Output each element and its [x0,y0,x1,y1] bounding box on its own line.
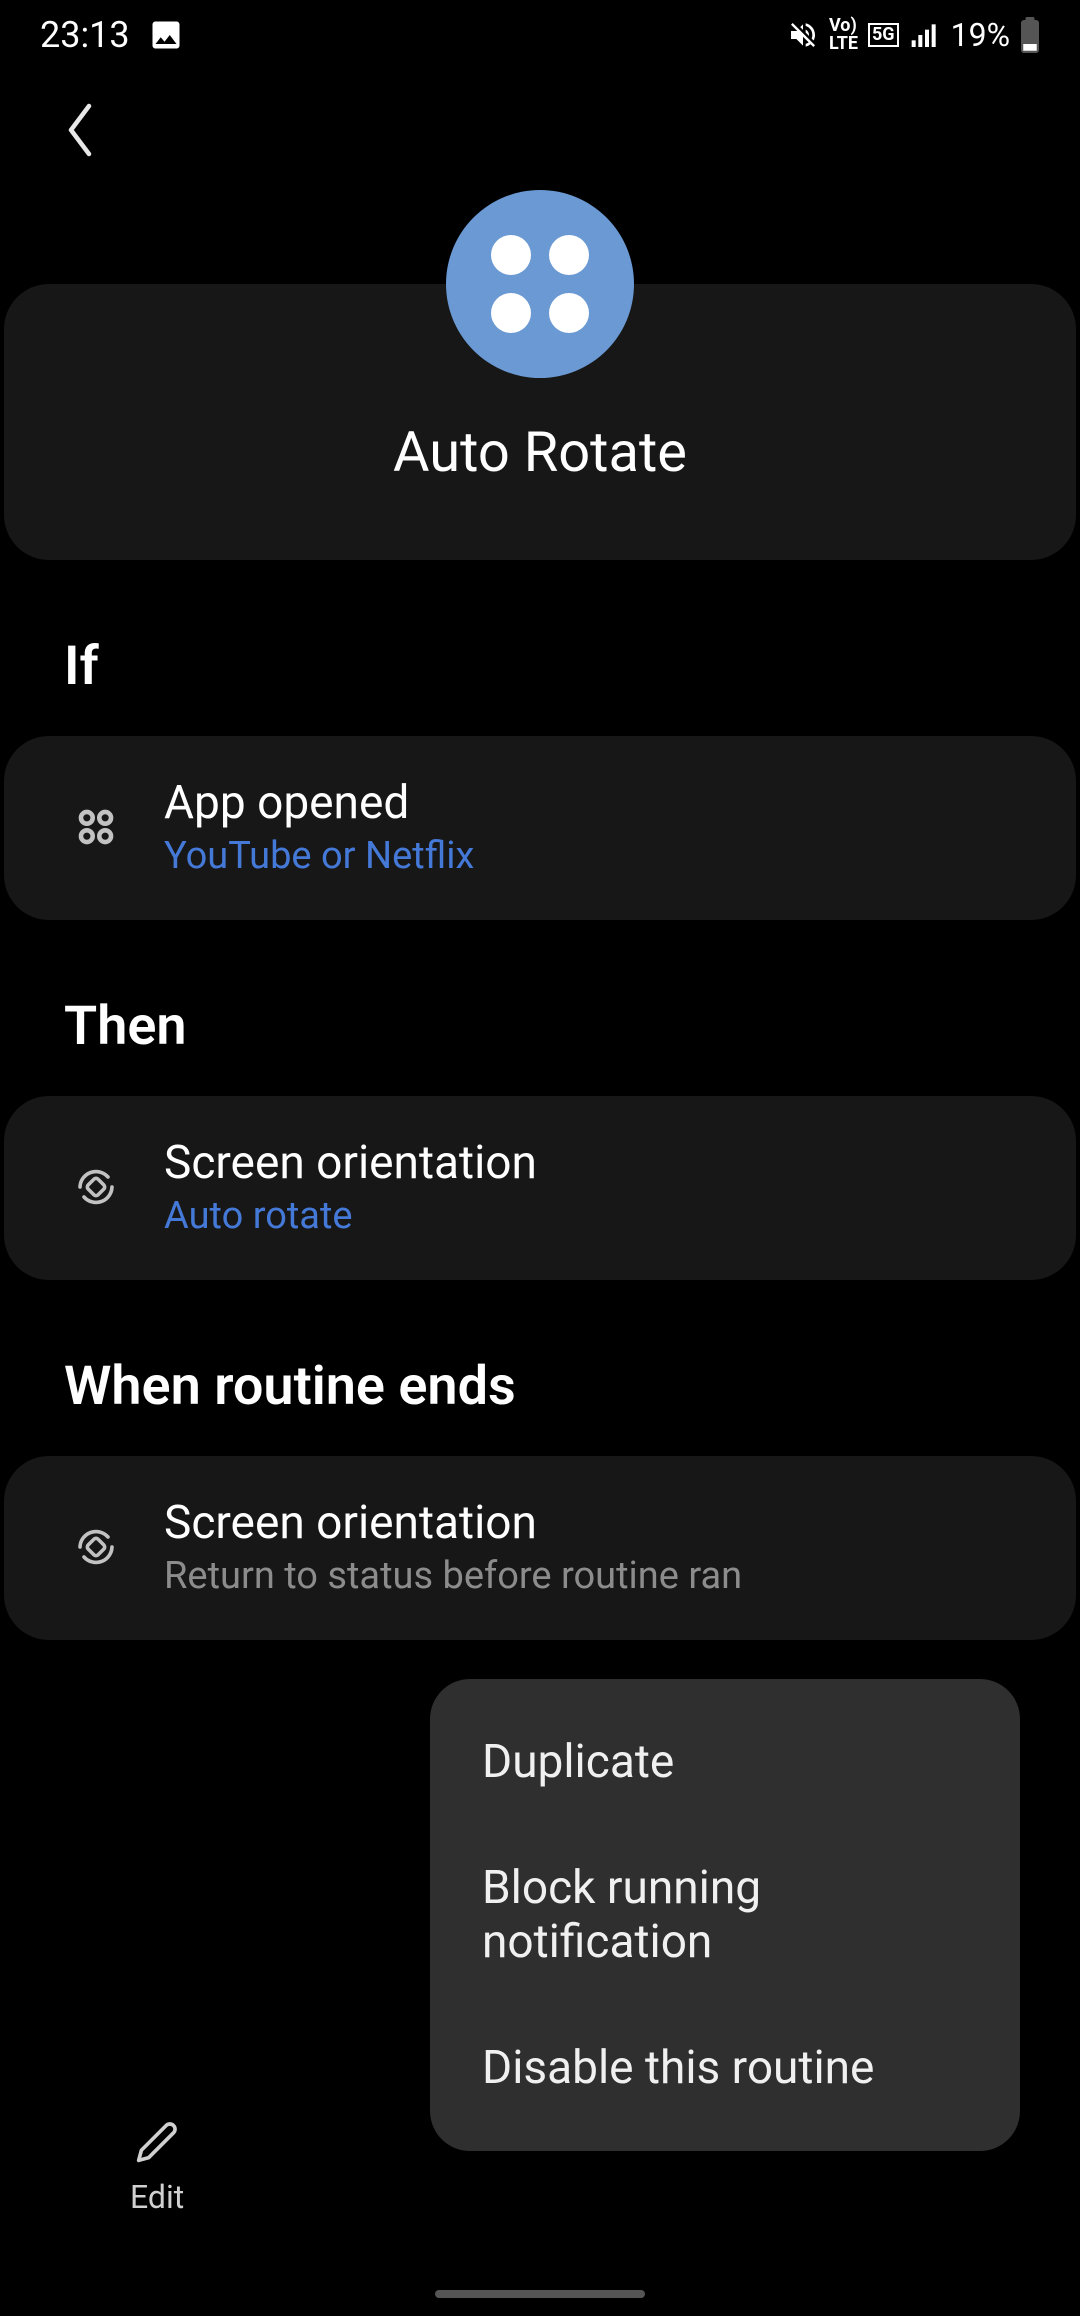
if-condition-card[interactable]: App opened YouTube or Netflix [4,736,1076,920]
back-button[interactable] [0,70,1080,184]
status-time: 23:13 [40,14,130,56]
then-section: Then Screen orientation Auto rotate [0,995,1080,1280]
edit-button[interactable]: Edit [60,2100,254,2236]
end-heading: When routine ends [4,1355,1076,1418]
then-action-content: Screen orientation Auto rotate [164,1136,1036,1238]
then-heading: Then [4,995,1076,1058]
5g-icon: 5G [868,23,899,47]
if-section: If App opened YouTube or Netflix [0,635,1080,920]
chevron-left-icon [60,100,100,164]
menu-item-duplicate[interactable]: Duplicate [430,1699,1020,1825]
volte-icon: Vo)LTE [829,17,858,53]
if-condition-subtitle: YouTube or Netflix [164,834,1036,878]
bottom-bar: Edit [0,2100,1080,2236]
signal-icon [909,19,941,51]
then-action-subtitle: Auto rotate [164,1194,1036,1238]
end-section: When routine ends Screen orientation Ret… [0,1355,1080,1640]
menu-item-block-notification[interactable]: Block running notification [430,1825,1020,2005]
if-condition-title: App opened [164,776,1036,830]
apps-icon-small [68,805,124,849]
status-left: 23:13 [40,14,184,56]
overflow-menu: Duplicate Block running notification Dis… [430,1679,1020,2151]
end-action-title: Screen orientation [164,1496,1036,1550]
routine-icon[interactable] [446,190,634,378]
routine-title: Auto Rotate [44,419,1036,485]
edit-label: Edit [130,2178,184,2216]
rotate-icon [68,1523,124,1571]
apps-icon [491,235,589,333]
mute-icon [787,19,819,51]
routine-header: Auto Rotate [4,284,1076,560]
routine-header-card[interactable]: Auto Rotate [4,284,1076,560]
battery-percentage: 19% [951,16,1010,54]
end-action-card[interactable]: Screen orientation Return to status befo… [4,1456,1076,1640]
end-action-subtitle: Return to status before routine ran [164,1554,1036,1598]
end-action-content: Screen orientation Return to status befo… [164,1496,1036,1598]
pencil-icon [135,2120,179,2168]
home-indicator[interactable] [435,2290,645,2298]
battery-icon [1020,17,1040,53]
status-bar: 23:13 Vo)LTE 5G 19% [0,0,1080,70]
if-heading: If [4,635,1076,698]
status-right: Vo)LTE 5G 19% [787,16,1040,54]
rotate-icon [68,1163,124,1211]
then-action-card[interactable]: Screen orientation Auto rotate [4,1096,1076,1280]
if-condition-content: App opened YouTube or Netflix [164,776,1036,878]
gallery-icon [148,17,184,53]
then-action-title: Screen orientation [164,1136,1036,1190]
